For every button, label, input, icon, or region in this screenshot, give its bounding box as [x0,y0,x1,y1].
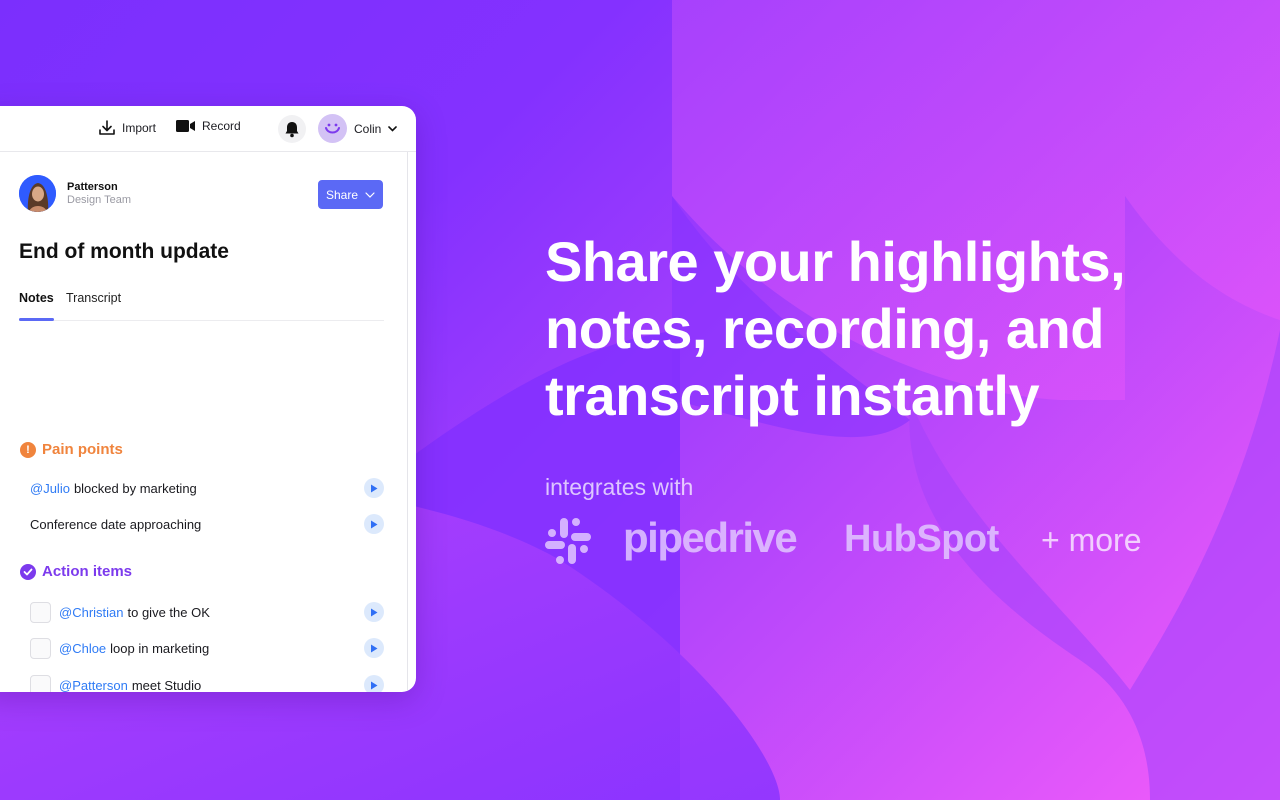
slack-logo-icon [545,518,591,564]
owner-name: Patterson [67,180,118,193]
play-icon [371,520,378,528]
section-pain-points: ! Pain points [20,441,123,458]
video-camera-icon [176,120,195,132]
item-text: meet Studio [131,677,202,693]
document-tabs: Notes Transcript [19,284,384,321]
play-button[interactable] [364,638,384,658]
owner-team: Design Team [67,193,131,206]
record-button[interactable]: Record [176,119,241,133]
pipedrive-logo: pipedrive [623,514,798,561]
checkbox[interactable] [30,601,51,623]
record-label: Record [202,119,241,133]
share-button[interactable]: Share [318,180,383,209]
integrates-label: integrates with [545,474,694,500]
bell-icon [285,121,299,137]
play-button[interactable] [364,514,384,534]
user-name: Colin [354,121,382,136]
person-photo-icon [19,175,56,212]
hero-headline: Share your highlights, notes, recording,… [545,230,1126,427]
play-icon [371,681,378,689]
checkbox[interactable] [30,637,51,659]
section-title: Pain points [42,441,123,458]
item-text: to give the OK [127,604,210,620]
notifications-button[interactable] [278,115,306,143]
exclamation-icon: ! [20,441,36,458]
action-item: @Patterson meet Studio [30,674,384,692]
download-icon [99,120,115,135]
item-text: Conference date approaching [30,516,202,532]
play-icon [371,484,378,492]
action-item: @Chloe loop in marketing [30,637,384,659]
tab-notes[interactable]: Notes [19,291,54,321]
panel-divider [407,152,408,692]
user-avatar [318,114,347,143]
list-item: Conference date approaching [30,513,384,535]
play-button[interactable] [364,602,384,622]
section-title: Action items [42,563,133,580]
item-text: loop in marketing [110,640,210,656]
more-integrations: + more [1041,522,1142,558]
app-window: Import Record Colin Patterson Design Tea… [0,106,416,692]
hubspot-logo: HubSpot [844,518,999,560]
top-toolbar: Import Record Colin [0,106,416,152]
mention-link[interactable]: @Julio [30,481,70,496]
document-title: End of month update [19,240,229,263]
play-icon [371,608,378,616]
check-circle-icon [20,563,36,580]
document-owner: Patterson Design Team [19,175,131,212]
mention-link[interactable]: @Patterson [59,678,128,693]
tab-transcript[interactable]: Transcript [66,291,121,305]
import-button[interactable]: Import [98,119,156,137]
mention-link[interactable]: @Chloe [59,641,106,656]
mention-link[interactable]: @Christian [59,605,124,620]
integration-logos: pipedrive HubSpot + more [545,514,1165,568]
item-text: blocked by marketing [73,480,197,496]
checkbox[interactable] [30,674,51,692]
play-icon [371,644,378,652]
play-button[interactable] [364,675,384,692]
owner-avatar [19,175,56,212]
chevron-down-icon [388,125,398,132]
chevron-down-icon [365,191,375,198]
import-label: Import [122,121,157,135]
action-item: @Christian to give the OK [30,601,384,623]
play-button[interactable] [364,478,384,498]
section-action-items: Action items [20,563,132,580]
user-menu[interactable]: Colin [318,114,398,143]
share-label: Share [325,187,359,202]
list-item: @Julio blocked by marketing [30,477,384,499]
smiley-icon [325,123,340,133]
